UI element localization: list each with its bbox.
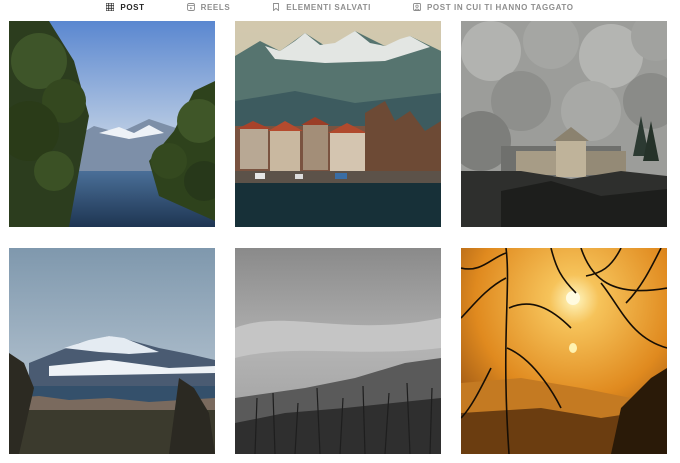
- post-image: [9, 21, 215, 227]
- tab-reels-label: REELS: [200, 2, 231, 12]
- bookmark-icon: [273, 3, 280, 11]
- grid-icon: [106, 3, 115, 11]
- tab-post[interactable]: POST: [106, 0, 144, 14]
- tab-saved-label: ELEMENTI SALVATI: [286, 2, 371, 12]
- post-image: [461, 248, 667, 454]
- post-image: [235, 21, 441, 227]
- profile-tabs: POST REELS ELEMENTI SALVATI POST IN CUI …: [0, 0, 680, 14]
- tab-tagged-label: POST IN CUI TI HANNO TAGGATO: [427, 2, 574, 12]
- post-thumbnail[interactable]: [235, 248, 441, 454]
- post-image: [235, 248, 441, 454]
- post-image: [9, 248, 215, 454]
- reels-icon: [186, 3, 195, 11]
- tab-tagged[interactable]: POST IN CUI TI HANNO TAGGATO: [413, 0, 574, 14]
- tab-saved[interactable]: ELEMENTI SALVATI: [272, 0, 371, 14]
- post-thumbnail[interactable]: [9, 21, 215, 227]
- post-thumbnail[interactable]: [235, 21, 441, 227]
- tagged-icon: [413, 3, 421, 11]
- tab-post-label: POST: [120, 2, 145, 12]
- post-thumbnail[interactable]: [461, 248, 667, 454]
- post-thumbnail[interactable]: [461, 21, 667, 227]
- post-thumbnail[interactable]: [9, 248, 215, 454]
- tab-reels[interactable]: REELS: [186, 0, 231, 14]
- post-image: [461, 21, 667, 227]
- posts-grid: [9, 21, 668, 454]
